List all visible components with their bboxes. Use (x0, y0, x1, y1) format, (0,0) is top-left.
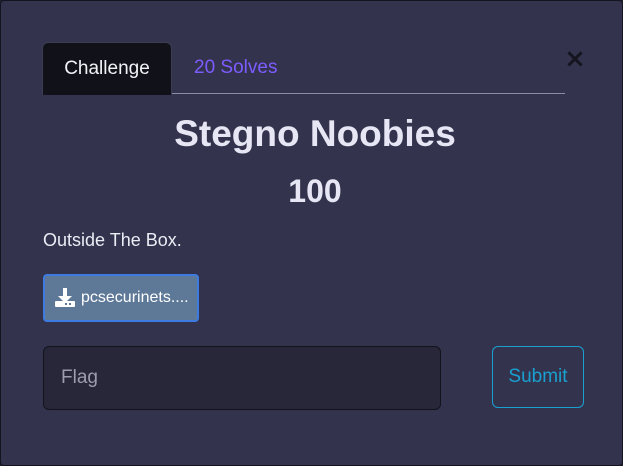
challenge-modal: × Challenge 20 Solves Stegno Noobies 100… (0, 0, 623, 466)
tab-solves-label: 20 Solves (194, 57, 278, 78)
close-button[interactable]: × (564, 45, 586, 73)
submit-button[interactable]: Submit (492, 346, 584, 408)
challenge-description: Outside The Box. (43, 230, 182, 250)
challenge-name: Stegno Noobies (174, 113, 456, 154)
challenge-value: 100 (288, 173, 342, 209)
close-icon: × (564, 44, 586, 74)
challenge-tabs: Challenge 20 Solves (42, 42, 565, 95)
tab-challenge-label: Challenge (64, 58, 150, 79)
tab-challenge[interactable]: Challenge (42, 42, 172, 95)
file-download-button[interactable]: pcsecurinets.... (43, 274, 199, 322)
flag-input-wrapper (43, 346, 441, 410)
flag-input[interactable] (44, 347, 440, 409)
tab-solves[interactable]: 20 Solves (194, 42, 277, 93)
download-icon (55, 288, 75, 307)
file-download-label: pcsecurinets.... (81, 289, 189, 306)
